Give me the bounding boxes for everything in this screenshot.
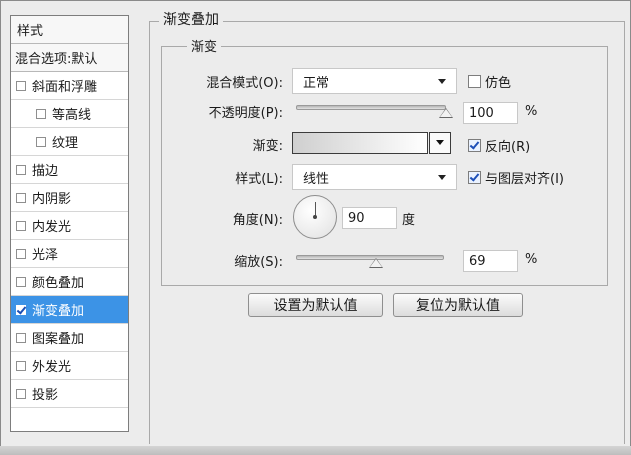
- reverse-label: 反向(R): [485, 140, 531, 155]
- chevron-down-icon: [438, 175, 446, 180]
- gradient-picker-dropdown[interactable]: [429, 132, 451, 154]
- blend-mode-label: 混合模式(O):: [206, 76, 283, 91]
- style-label: 样式(L):: [235, 172, 283, 187]
- dither-label: 仿色: [485, 76, 512, 91]
- opacity-input[interactable]: 100: [463, 102, 518, 124]
- sidebar-item-drop-shadow[interactable]: 投影: [11, 380, 128, 408]
- sidebar-item-label: 光泽: [32, 248, 59, 263]
- sidebar-item-label: 内发光: [32, 220, 72, 235]
- sidebar-item-color-overlay[interactable]: 颜色叠加: [11, 268, 128, 296]
- background-strip: [0, 446, 631, 455]
- subgroup-title: 渐变: [187, 36, 222, 55]
- sidebar-item-label: 斜面和浮雕: [32, 80, 98, 95]
- scale-label: 缩放(S):: [234, 255, 283, 270]
- sidebar-item-stroke[interactable]: 描边: [11, 156, 128, 184]
- checkbox[interactable]: [16, 360, 26, 371]
- checkbox[interactable]: [16, 332, 26, 343]
- checkbox[interactable]: [16, 276, 26, 287]
- sidebar-item-outer-glow[interactable]: 外发光: [11, 352, 128, 380]
- scale-input[interactable]: 69: [463, 250, 518, 272]
- sidebar-item-label: 等高线: [52, 108, 92, 123]
- dither-checkbox[interactable]: 仿色: [468, 72, 511, 91]
- sidebar-item-label: 投影: [32, 388, 59, 403]
- group-title: 渐变叠加: [159, 9, 223, 29]
- opacity-slider-track[interactable]: [296, 105, 446, 110]
- sidebar-item-gradient-overlay[interactable]: 渐变叠加: [11, 296, 128, 324]
- align-with-layer-label: 与图层对齐(I): [485, 172, 564, 187]
- sidebar-item-label: 图案叠加: [32, 332, 85, 347]
- sidebar-item-label: 样式: [17, 24, 44, 39]
- gradient-preview[interactable]: [292, 132, 428, 154]
- scale-unit: %: [525, 252, 538, 267]
- opacity-slider-thumb[interactable]: [439, 108, 453, 118]
- sidebar-item-label: 混合选项:默认: [15, 52, 98, 67]
- angle-input[interactable]: 90: [342, 207, 397, 229]
- reverse-checkbox[interactable]: 反向(R): [468, 136, 530, 155]
- sidebar-item-inner-shadow[interactable]: 内阴影: [11, 184, 128, 212]
- angle-center: [313, 215, 317, 219]
- checkbox[interactable]: [16, 80, 26, 91]
- chevron-down-icon: [438, 79, 446, 84]
- style-value: 线性: [303, 171, 330, 187]
- checkbox-checked[interactable]: [468, 171, 481, 184]
- sidebar-item-label: 渐变叠加: [32, 304, 85, 319]
- checkbox[interactable]: [16, 164, 26, 175]
- sidebar-item-contour[interactable]: 等高线: [11, 100, 128, 128]
- sidebar-item-label: 描边: [32, 164, 59, 179]
- checkbox[interactable]: [16, 192, 26, 203]
- checkbox[interactable]: [36, 108, 46, 119]
- gradient-label: 渐变:: [252, 139, 283, 154]
- sidebar-item-inner-glow[interactable]: 内发光: [11, 212, 128, 240]
- sidebar-item-label: 颜色叠加: [32, 276, 85, 291]
- sidebar-item-label: 纹理: [52, 136, 79, 151]
- checkbox[interactable]: [36, 136, 46, 147]
- styles-list: 样式 混合选项:默认 斜面和浮雕 等高线 纹理 描边 内阴影 内发光 光泽 颜色…: [10, 15, 129, 432]
- sidebar-item-pattern-overlay[interactable]: 图案叠加: [11, 324, 128, 352]
- angle-dial[interactable]: [293, 195, 337, 239]
- sidebar-item-blending-options[interactable]: 混合选项:默认: [11, 44, 128, 72]
- blend-mode-value: 正常: [303, 75, 330, 91]
- sidebar-item-bevel-emboss[interactable]: 斜面和浮雕: [11, 72, 128, 100]
- checkbox-checked[interactable]: [468, 139, 481, 152]
- angle-label: 角度(N):: [232, 213, 283, 228]
- sidebar-item-styles[interactable]: 样式: [11, 16, 128, 44]
- checkbox-checked[interactable]: [16, 304, 26, 315]
- checkbox[interactable]: [468, 75, 481, 88]
- reset-to-default-button[interactable]: 复位为默认值: [393, 293, 523, 317]
- angle-unit: 度: [402, 213, 416, 228]
- blend-mode-select[interactable]: 正常: [292, 68, 457, 94]
- checkbox[interactable]: [16, 248, 26, 259]
- opacity-unit: %: [525, 104, 538, 119]
- opacity-label: 不透明度(P):: [208, 106, 283, 121]
- sidebar-item-label: 内阴影: [32, 192, 72, 207]
- layer-style-dialog: 样式 混合选项:默认 斜面和浮雕 等高线 纹理 描边 内阴影 内发光 光泽 颜色…: [0, 0, 631, 447]
- sidebar-item-texture[interactable]: 纹理: [11, 128, 128, 156]
- checkbox[interactable]: [16, 388, 26, 399]
- style-select[interactable]: 线性: [292, 164, 457, 190]
- sidebar-item-label: 外发光: [32, 360, 72, 375]
- sidebar-item-satin[interactable]: 光泽: [11, 240, 128, 268]
- scale-slider-thumb[interactable]: [368, 258, 383, 268]
- align-with-layer-checkbox[interactable]: 与图层对齐(I): [468, 168, 564, 187]
- make-default-button[interactable]: 设置为默认值: [248, 293, 383, 317]
- checkbox[interactable]: [16, 220, 26, 231]
